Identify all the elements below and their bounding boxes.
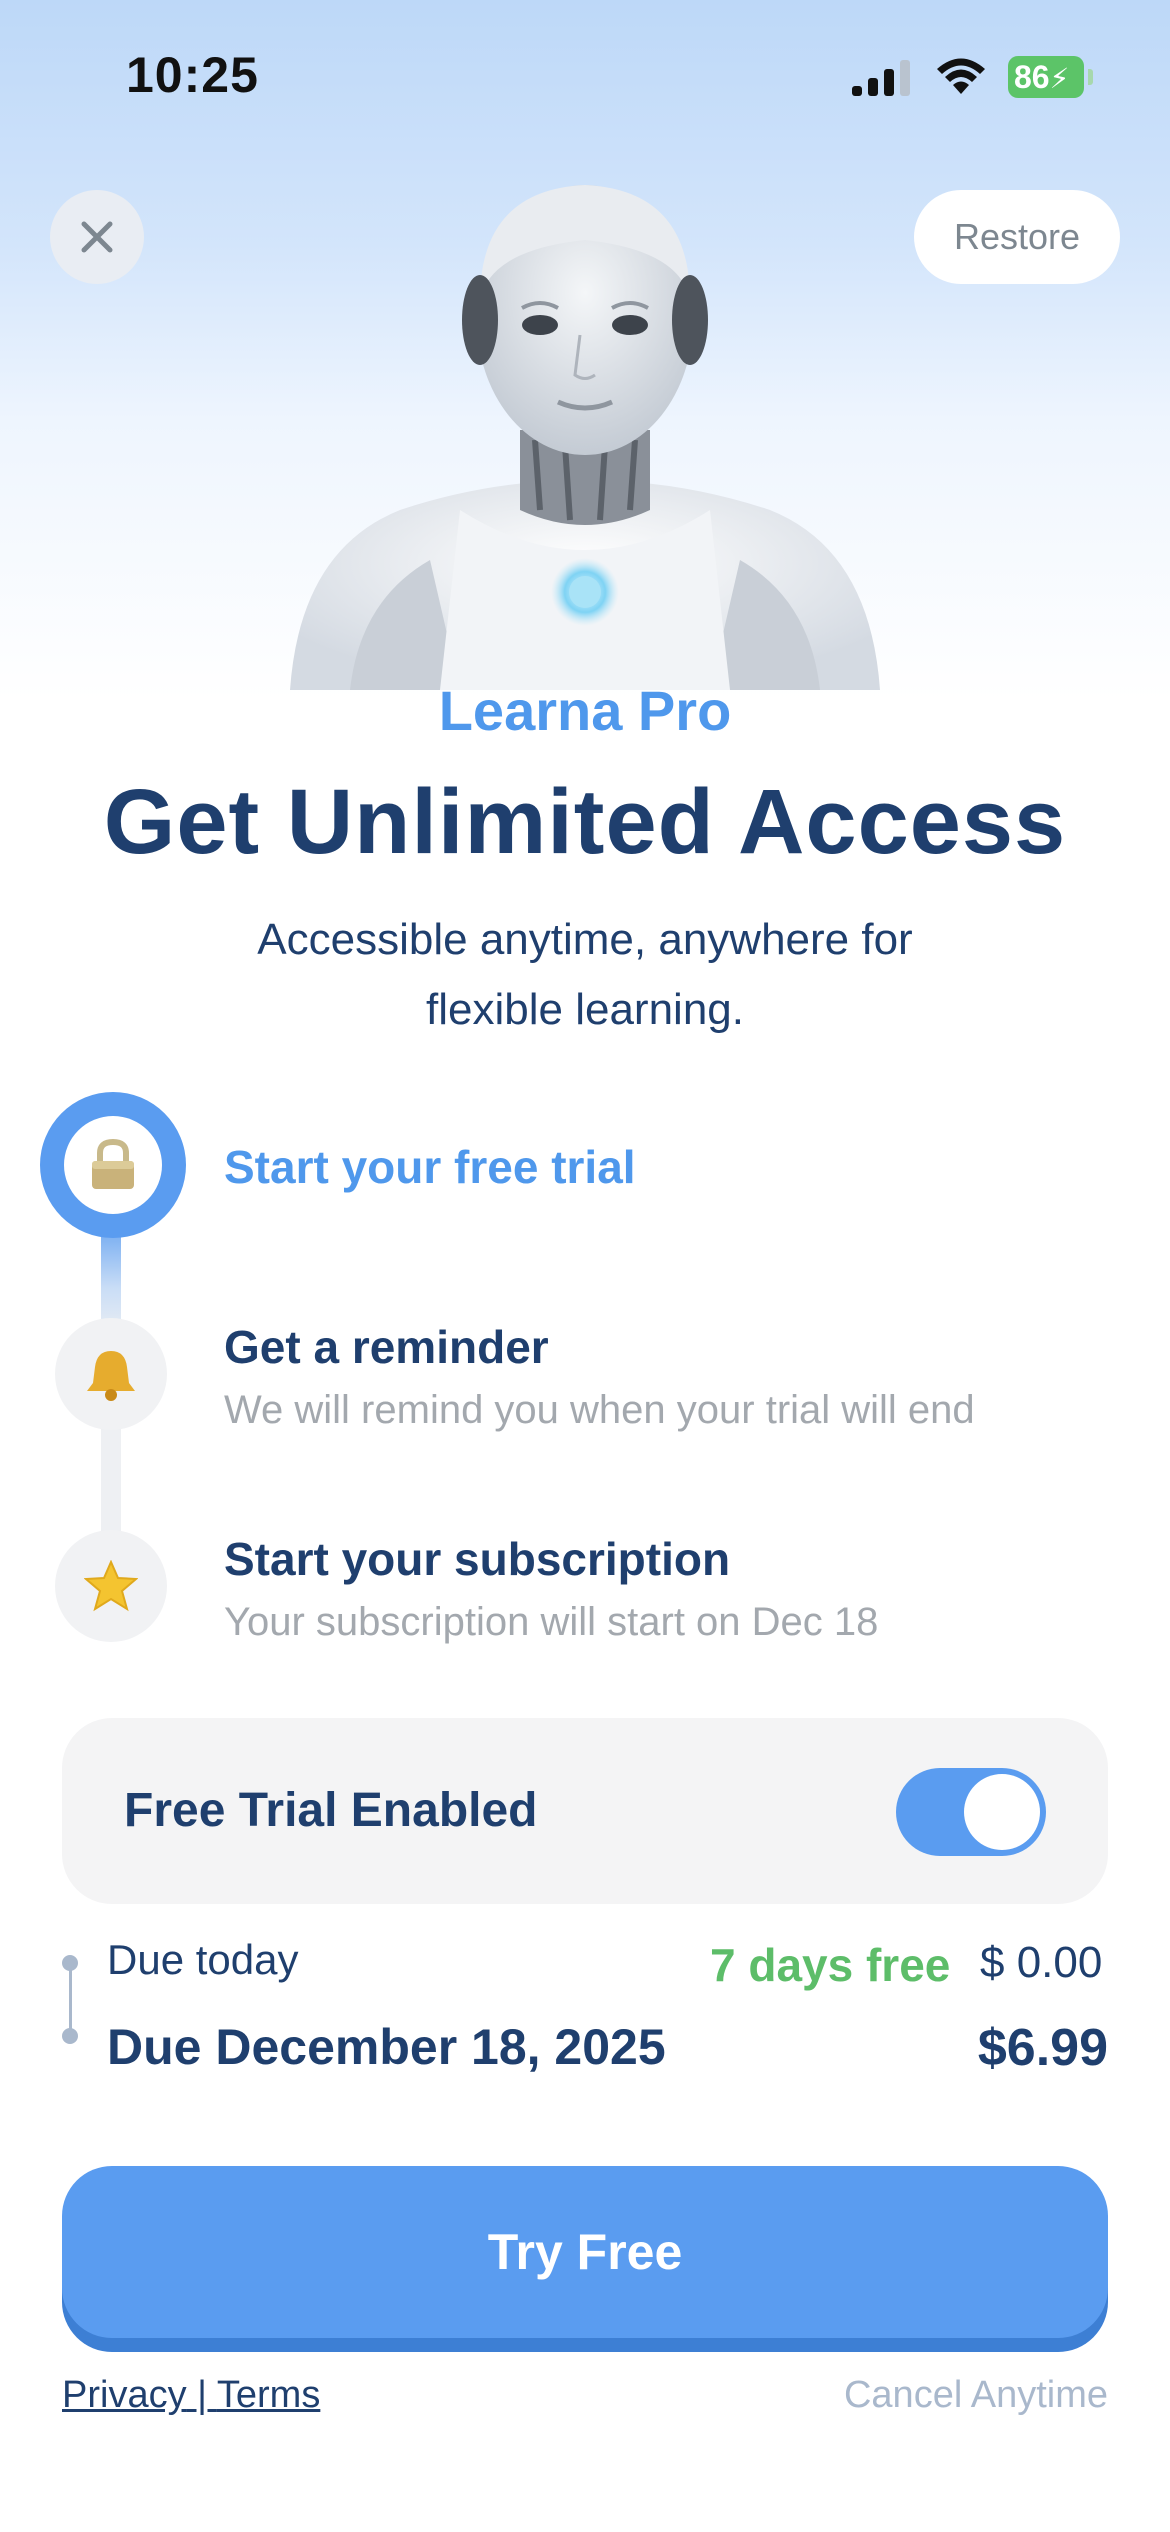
due-later-amount: $6.99: [977, 2019, 1108, 2077]
star-icon: [84, 1560, 138, 1612]
timeline-dot-due: [62, 2028, 78, 2044]
due-later-label: Due December 18, 2025: [107, 2019, 666, 2075]
bell-icon: [87, 1351, 135, 1401]
status-bar: 10:25 86⚡: [0, 0, 1170, 150]
battery-icon: 86⚡: [1008, 56, 1084, 98]
battery-level: 86: [1014, 59, 1050, 95]
toggle-knob: [964, 1774, 1040, 1850]
step-3-description: Your subscription will start on Dec 18: [224, 1600, 879, 1644]
lock-icon: [92, 1139, 134, 1189]
status-time: 10:25: [126, 47, 259, 103]
trial-days-badge: 7 days free: [710, 1939, 951, 1991]
cellular-signal-icon: [852, 60, 910, 96]
step-1-title: Start your free trial: [224, 1141, 636, 1193]
pricing-connector: [69, 1970, 72, 2036]
close-button[interactable]: [50, 190, 144, 284]
brand-title: Learna Pro: [438, 679, 732, 742]
free-trial-card: Free Trial Enabled: [62, 1718, 1108, 1904]
free-trial-toggle[interactable]: [896, 1768, 1046, 1856]
timeline-step-1-marker: [40, 1092, 186, 1238]
timeline-step-3-marker: [55, 1530, 167, 1642]
step-2-description: We will remind you when your trial will …: [224, 1388, 975, 1432]
free-trial-label: Free Trial Enabled: [124, 1784, 538, 1837]
step-3-title: Start your subscription: [224, 1533, 731, 1585]
try-free-button[interactable]: Try Free: [62, 2166, 1108, 2338]
privacy-link[interactable]: Privacy: [62, 2374, 187, 2416]
legal-links: Privacy | Terms: [62, 2374, 320, 2417]
step-2-title: Get a reminder: [224, 1321, 549, 1373]
robot-illustration: [290, 185, 880, 690]
page-title: Get Unlimited Access: [103, 771, 1067, 873]
wifi-icon: [937, 58, 985, 94]
page-subtitle: Accessible anytime, anywhere for flexibl…: [257, 915, 913, 1034]
timeline-step-2-marker: [55, 1318, 167, 1430]
due-today-amount: $ 0.00: [980, 1938, 1103, 1987]
restore-button[interactable]: Restore: [914, 190, 1120, 284]
close-icon: [81, 221, 113, 253]
battery-tip: [1088, 69, 1093, 85]
cancel-anytime-note: Cancel Anytime: [843, 2374, 1108, 2416]
timeline-dot-today: [62, 1955, 78, 1971]
terms-link[interactable]: Terms: [217, 2374, 320, 2416]
link-separator: |: [186, 2374, 217, 2416]
due-today-label: Due today: [107, 1936, 299, 1983]
